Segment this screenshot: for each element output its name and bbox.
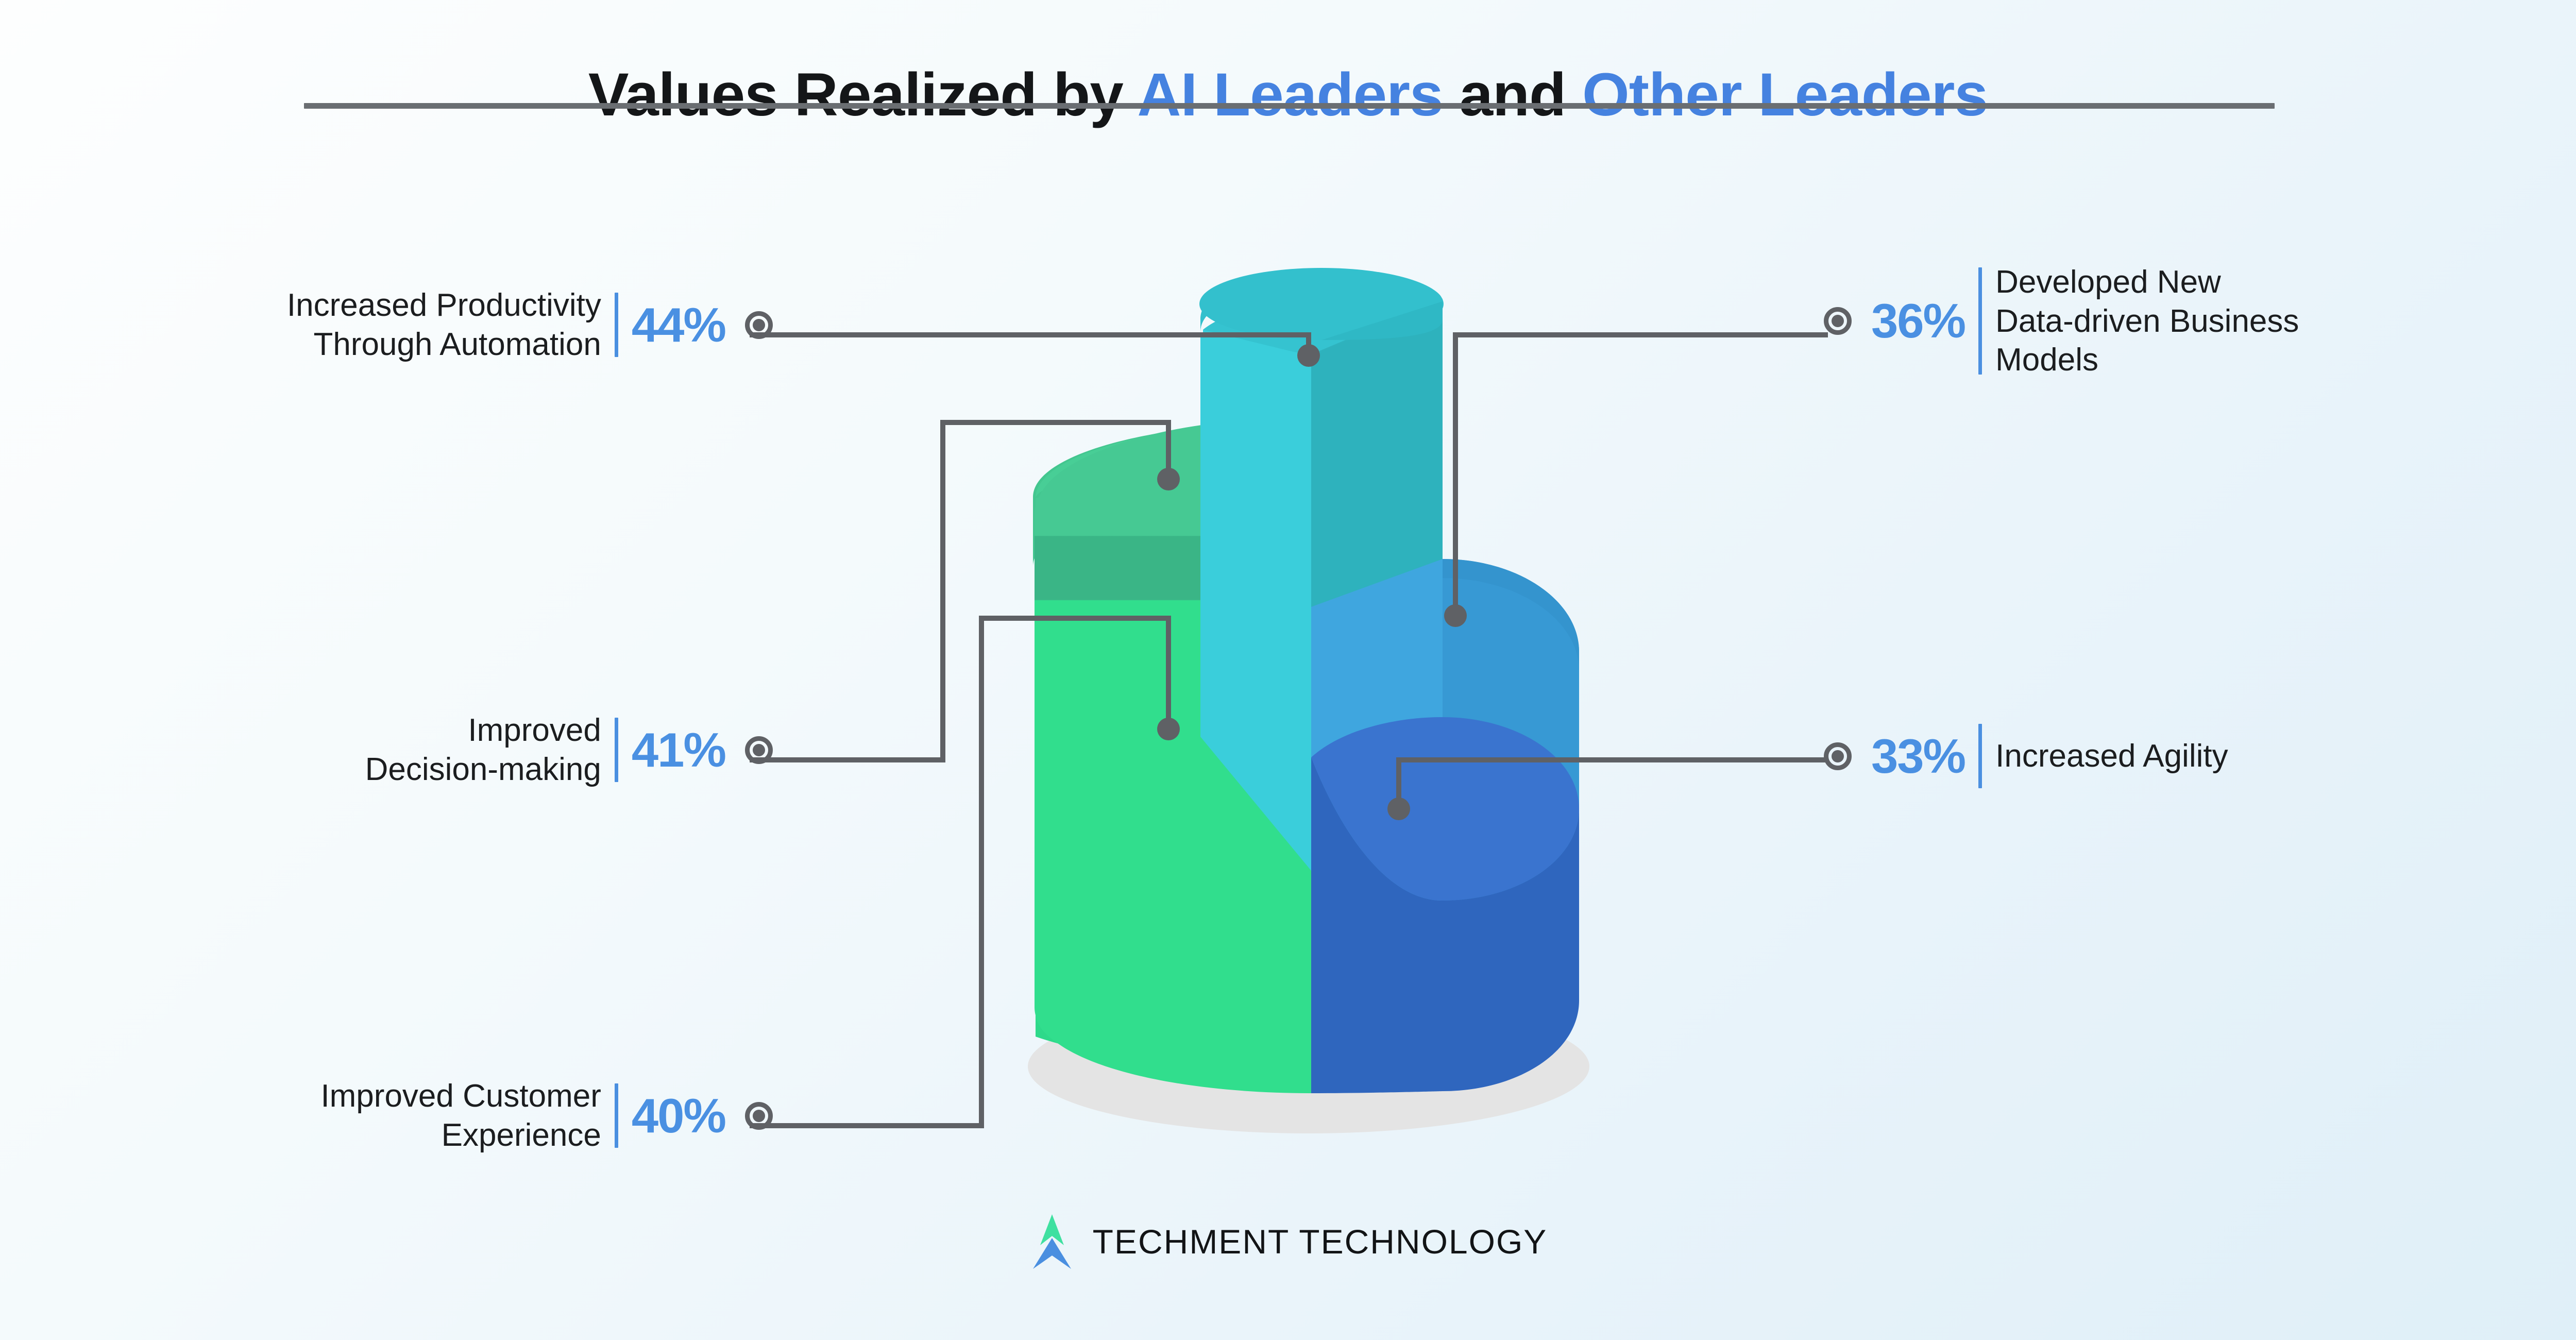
callout-divider-bar (614, 1083, 618, 1148)
callout-divider-bar (1978, 724, 1982, 788)
callout-label-increased-productivity: Increased Productivity Through Automatio… (286, 287, 601, 362)
brand-name: TECHMENT TECHNOLOGY (1092, 1223, 1548, 1261)
callout-improved-decision-making[interactable]: Improved Decision-making 41% (0, 711, 773, 789)
callout-divider-bar (1978, 267, 1982, 375)
leader-dot-41 (1157, 468, 1180, 490)
callout-divider-bar (614, 293, 618, 358)
callout-value-41: 41% (631, 722, 726, 777)
callout-label-developed-new-business-models: Developed New Data-driven Business Model… (1995, 264, 2299, 378)
callout-increased-agility[interactable]: 33% Increased Agility (1824, 724, 2228, 788)
leader-dot-36 (1444, 604, 1467, 627)
target-dot-icon[interactable] (1824, 742, 1852, 770)
target-dot-icon[interactable] (1824, 307, 1852, 335)
target-dot-icon[interactable] (745, 1101, 773, 1130)
target-dot-icon[interactable] (745, 736, 773, 764)
callout-value-33: 33% (1871, 728, 1966, 783)
callout-improved-customer-experience[interactable]: Improved Customer Experience 40% (0, 1077, 773, 1155)
leader-dot-44 (1297, 344, 1320, 367)
footer-brand: TECHMENT TECHNOLOGY (0, 1213, 2576, 1270)
callout-label-increased-agility: Increased Agility (1995, 738, 2228, 774)
callout-value-40: 40% (631, 1088, 726, 1143)
target-dot-icon[interactable] (745, 311, 773, 339)
techment-chevron-logo (1032, 1214, 1071, 1269)
callout-increased-productivity[interactable]: Increased Productivity Through Automatio… (0, 286, 773, 364)
leader-dot-40 (1157, 718, 1180, 740)
callout-developed-new-business-models[interactable]: 36% Developed New Data-driven Business M… (1824, 263, 2299, 380)
leader-dot-33 (1387, 798, 1410, 820)
callout-label-improved-customer-experience: Improved Customer Experience (320, 1078, 601, 1153)
callout-value-44: 44% (631, 297, 726, 352)
callout-value-36: 36% (1871, 294, 1966, 348)
callout-divider-bar (614, 718, 618, 783)
callout-label-improved-decision-making: Improved Decision-making (365, 713, 601, 787)
